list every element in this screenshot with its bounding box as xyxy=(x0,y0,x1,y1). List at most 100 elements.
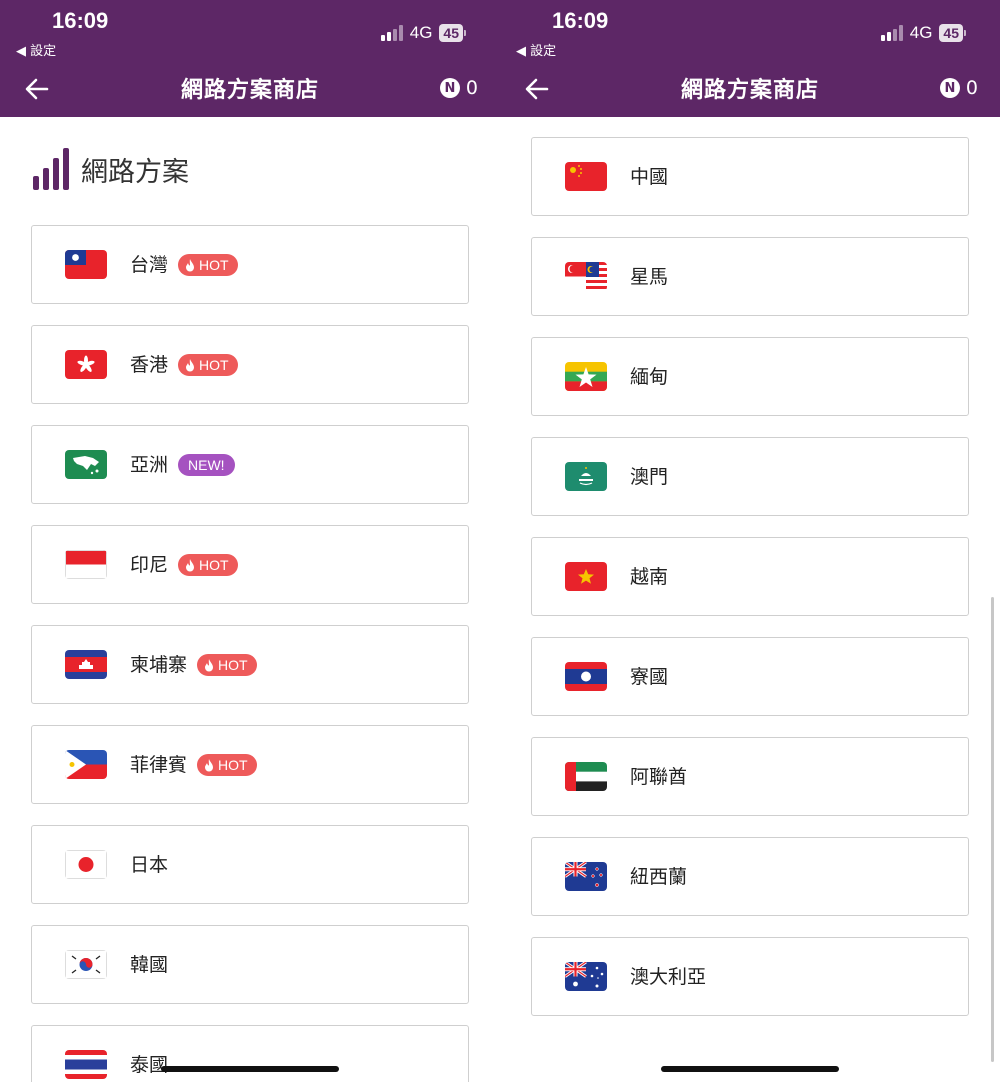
plan-row-label: 柬埔寨 HOT xyxy=(130,653,257,677)
region-name: 澳大利亞 xyxy=(630,966,707,988)
plan-row-label: 寮國 xyxy=(630,665,668,689)
top-bar: 16:09 ◀ 設定 4G 45 網路方案商店 N 0 xyxy=(500,0,1000,117)
status-time: 16:09 xyxy=(552,8,609,33)
plan-row-label: 亞洲 NEW! xyxy=(130,453,235,477)
plan-row-korea[interactable]: 韓國 xyxy=(31,925,469,1004)
uae-flag-icon xyxy=(565,762,607,791)
hongkong-flag-icon xyxy=(65,350,107,379)
thailand-flag-icon xyxy=(65,1050,107,1079)
hot-badge: HOT xyxy=(178,254,238,276)
plan-row-label: 澳大利亞 xyxy=(630,965,706,989)
region-name: 緬甸 xyxy=(630,366,669,388)
plan-row-philippines[interactable]: 菲律賓 HOT xyxy=(31,725,469,804)
plan-row-hongkong[interactable]: 香港 HOT xyxy=(31,325,469,404)
plan-row-australia[interactable]: 澳大利亞 xyxy=(531,937,969,1016)
badge-label: HOT xyxy=(218,657,248,673)
cambodia-flag-icon xyxy=(65,650,107,679)
plan-row-vietnam[interactable]: 越南 xyxy=(531,537,969,616)
plan-row-sgmy[interactable]: 星馬 xyxy=(531,237,969,316)
section-header: 網路方案 xyxy=(33,148,189,190)
section-title: 網路方案 xyxy=(81,157,189,188)
hot-badge: HOT xyxy=(178,554,238,576)
plan-row-label: 菲律賓 HOT xyxy=(130,753,257,777)
plan-row-label: 越南 xyxy=(630,565,668,589)
plan-row-macau[interactable]: 澳門 xyxy=(531,437,969,516)
plan-row-indonesia[interactable]: 印尼 HOT xyxy=(31,525,469,604)
scrollbar[interactable] xyxy=(991,597,994,1062)
plan-row-label: 阿聯酋 xyxy=(630,765,687,789)
laos-flag-icon xyxy=(565,662,607,691)
status-time: 16:09 xyxy=(52,8,109,33)
badge-label: HOT xyxy=(199,357,229,373)
badge-label: HOT xyxy=(199,557,229,573)
status-indicators: 4G 45 xyxy=(380,23,466,43)
flame-icon xyxy=(205,658,214,671)
plan-row-thailand[interactable]: 泰國 xyxy=(31,1025,469,1082)
plan-row-uae[interactable]: 阿聯酋 xyxy=(531,737,969,816)
japan-flag-icon xyxy=(65,850,107,879)
myanmar-flag-icon xyxy=(565,362,607,391)
plan-row-newzealand[interactable]: 紐西蘭 xyxy=(531,837,969,916)
region-name: 香港 xyxy=(130,354,169,376)
points-display[interactable]: N 0 xyxy=(939,77,978,99)
china-flag-icon xyxy=(565,162,607,191)
coin-icon: N xyxy=(439,78,460,98)
asia-flag-icon xyxy=(65,450,107,479)
sgmy-flag-icon xyxy=(565,262,607,291)
indonesia-flag-icon xyxy=(65,550,107,579)
region-name: 泰國 xyxy=(130,1054,169,1076)
plan-row-label: 泰國 xyxy=(130,1053,168,1077)
network-label: 4G xyxy=(409,23,433,42)
page-title: 網路方案商店 xyxy=(180,78,319,103)
australia-flag-icon xyxy=(565,962,607,991)
hot-badge: HOT xyxy=(178,354,238,376)
plan-row-asia[interactable]: 亞洲 NEW! xyxy=(31,425,469,504)
plan-row-label: 韓國 xyxy=(130,953,168,977)
badge-label: NEW! xyxy=(188,457,225,473)
signal-bars-icon xyxy=(33,148,69,190)
region-name: 台灣 xyxy=(130,254,169,276)
region-name: 柬埔寨 xyxy=(130,654,188,676)
plan-row-taiwan[interactable]: 台灣 HOT xyxy=(31,225,469,304)
macau-flag-icon xyxy=(565,462,607,491)
region-name: 中國 xyxy=(630,166,669,188)
nav-bar: 網路方案商店 N 0 xyxy=(500,62,1000,117)
hot-badge: HOT xyxy=(197,754,257,776)
flame-icon xyxy=(186,358,195,371)
plan-row-label: 台灣 HOT xyxy=(130,253,238,277)
region-name: 寮國 xyxy=(630,666,669,688)
back-to-settings-link[interactable]: ◀ 設定 xyxy=(16,40,56,59)
plan-row-china[interactable]: 中國 xyxy=(531,137,969,216)
flame-icon xyxy=(186,258,195,271)
plan-row-japan[interactable]: 日本 xyxy=(31,825,469,904)
korea-flag-icon xyxy=(65,950,107,979)
region-name: 星馬 xyxy=(630,266,669,288)
region-name: 亞洲 xyxy=(130,454,169,476)
plan-row-label: 香港 HOT xyxy=(130,353,238,377)
home-indicator[interactable] xyxy=(661,1066,839,1072)
battery-level: 45 xyxy=(939,24,963,42)
battery-level: 45 xyxy=(439,24,463,42)
plan-row-label: 紐西蘭 xyxy=(630,865,687,889)
battery-icon: 45 xyxy=(439,24,466,42)
network-label: 4G xyxy=(909,23,933,42)
plan-row-laos[interactable]: 寮國 xyxy=(531,637,969,716)
plan-row-cambodia[interactable]: 柬埔寨 HOT xyxy=(31,625,469,704)
newzealand-flag-icon xyxy=(565,862,607,891)
top-bar: 16:09 ◀ 設定 4G 45 網路方案商店 N 0 xyxy=(0,0,500,117)
nav-bar: 網路方案商店 N 0 xyxy=(0,62,500,117)
coin-icon: N xyxy=(939,78,960,98)
region-name: 日本 xyxy=(130,854,169,876)
badge-label: HOT xyxy=(199,257,229,273)
region-name: 印尼 xyxy=(130,554,169,576)
signal-icon xyxy=(880,25,903,41)
points-display[interactable]: N 0 xyxy=(439,77,478,99)
flame-icon xyxy=(205,758,214,771)
home-indicator[interactable] xyxy=(161,1066,339,1072)
plan-row-myanmar[interactable]: 緬甸 xyxy=(531,337,969,416)
flame-icon xyxy=(186,558,195,571)
back-to-settings-link[interactable]: ◀ 設定 xyxy=(516,40,556,59)
badge-label: HOT xyxy=(218,757,248,773)
page-title: 網路方案商店 xyxy=(680,78,819,103)
vietnam-flag-icon xyxy=(565,562,607,591)
